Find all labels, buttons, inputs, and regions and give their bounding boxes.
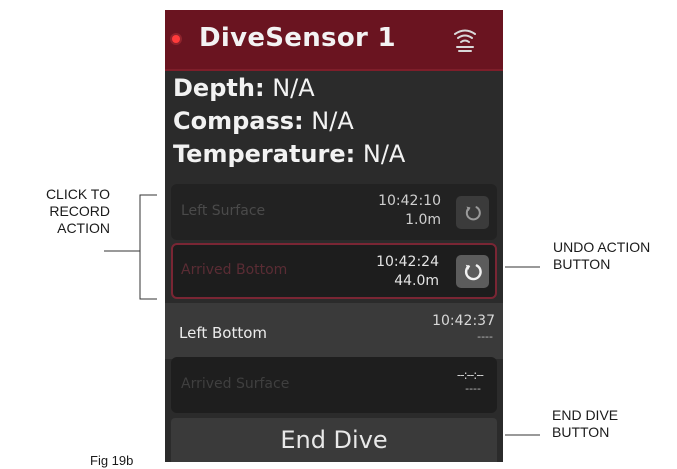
- annotation-line: CLICK TO: [45, 186, 110, 202]
- undo-button-annotation: UNDO ACTION BUTTON: [553, 239, 650, 273]
- figure-caption: Fig 19b: [90, 453, 134, 468]
- end-dive-annotation: END DIVE BUTTON: [552, 407, 618, 441]
- annotation-line: END DIVE: [552, 407, 619, 423]
- annotation-line: BUTTON: [552, 424, 610, 440]
- click-to-record-annotation: CLICK TO RECORD ACTION: [20, 186, 110, 237]
- annotation-line: RECORD: [49, 203, 110, 219]
- annotation-line: UNDO ACTION: [553, 239, 651, 255]
- annotation-line: ACTION: [57, 220, 110, 236]
- annotation-line: BUTTON: [553, 256, 611, 272]
